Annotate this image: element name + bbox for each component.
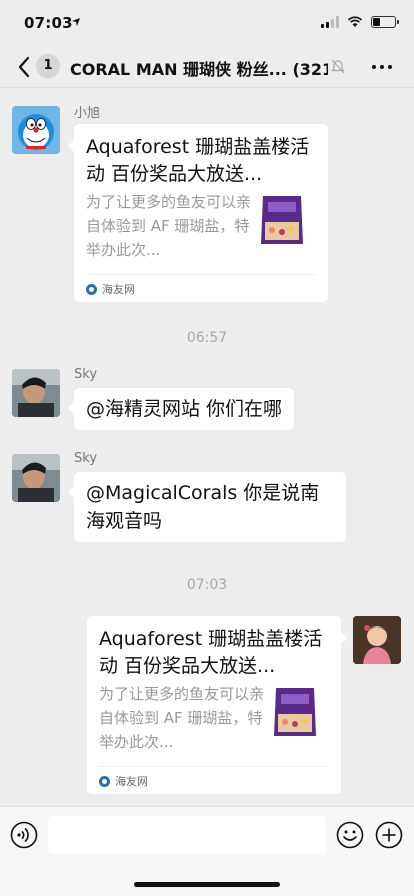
timestamp: 07:03 [186,577,228,593]
message-input[interactable] [48,816,326,854]
text-message-bubble[interactable]: @海精灵网站 你们在哪 [67,388,295,430]
back-icon[interactable] [14,54,34,80]
text-message-bubble[interactable]: @MagicalCorals 你是说南海观音吗 [68,472,346,542]
link-card-description: 为了让更多的鱼友可以亲自体验到 AF 珊瑚盐，特举办此次... [99,685,265,751]
card-divider [86,274,316,275]
location-arrow-icon [72,18,80,26]
wifi-icon [347,16,363,27]
timestamp: 06:57 [186,330,228,346]
link-card-description: 为了让更多的鱼友可以亲自体验到 AF 珊瑚盐，特举办此次... [86,193,252,259]
link-card-title: Aquaforest 珊瑚盐盖楼活动 百份奖品大放送... [86,136,310,185]
unread-count-badge[interactable]: 1 [36,54,60,78]
chat-title: CORAL MAN 珊瑚侠 粉丝... (321) [70,60,328,79]
avatar-sky[interactable] [12,369,60,417]
sender-name: 小旭 [74,106,101,121]
link-card[interactable]: Aquaforest 珊瑚盐盖楼活动 百份奖品大放送... 为了让更多的鱼友可以… [68,124,328,302]
status-time: 07:03 [24,14,73,32]
link-card[interactable]: Aquaforest 珊瑚盐盖楼活动 百份奖品大放送... 为了让更多的鱼友可以… [87,616,347,794]
source-logo-icon [99,775,110,787]
sender-name: Sky [74,367,98,382]
avatar-self[interactable] [353,616,401,664]
card-divider [99,766,329,767]
more-options-icon[interactable] [372,58,396,76]
product-thumbnail [261,196,303,244]
add-attachment-icon[interactable] [375,821,403,849]
link-card-source: 海友网 [86,281,135,297]
voice-input-icon[interactable] [10,821,38,849]
emoji-icon[interactable] [336,821,364,849]
product-thumbnail [274,688,316,736]
source-logo-icon [86,283,97,295]
chat-header: 1 CORAL MAN 珊瑚侠 粉丝... (321) [0,46,414,88]
battery-icon [371,16,399,28]
status-bar: 07:03 [0,0,414,46]
sender-name: Sky [74,451,98,466]
cell-signal-icon [321,16,339,28]
mute-bell-icon [331,59,345,74]
link-card-title: Aquaforest 珊瑚盐盖楼活动 百份奖品大放送... [99,628,323,677]
home-indicator[interactable] [134,882,280,887]
avatar-sky[interactable] [12,454,60,502]
link-card-source: 海友网 [99,773,148,789]
avatar-xiaoxu[interactable] [12,106,60,154]
